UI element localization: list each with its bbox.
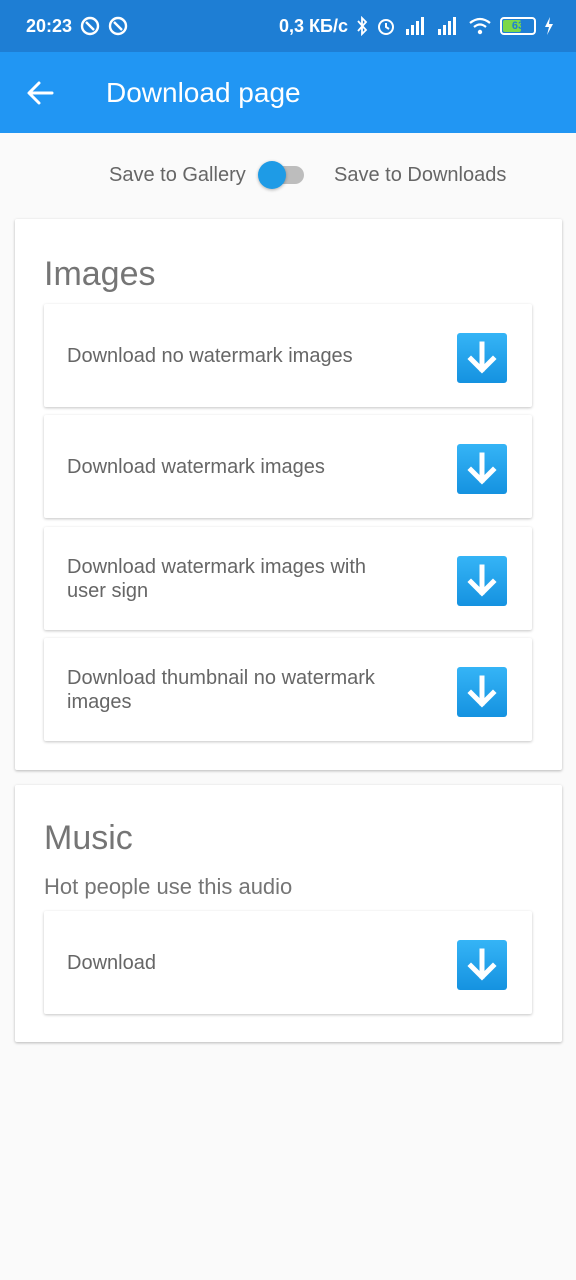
download-arrow-icon bbox=[467, 452, 497, 485]
signal-icon bbox=[436, 17, 460, 35]
download-arrow-icon bbox=[467, 341, 497, 374]
sync-icon bbox=[108, 16, 128, 36]
switch-thumb bbox=[258, 161, 286, 189]
status-bar: 20:23 0,3 КБ/с 63 bbox=[0, 0, 576, 52]
download-item-label: Download bbox=[67, 951, 156, 974]
back-button[interactable] bbox=[0, 52, 80, 133]
download-arrow-icon bbox=[467, 564, 497, 597]
download-arrow-icon bbox=[467, 948, 497, 981]
charging-icon bbox=[544, 17, 554, 35]
download-button[interactable] bbox=[457, 940, 507, 990]
download-item[interactable]: Download no watermark images bbox=[44, 304, 532, 407]
signal-icon bbox=[404, 17, 428, 35]
download-item-label: Download thumbnail no watermark images bbox=[67, 666, 375, 713]
music-section-title: Music bbox=[44, 819, 133, 857]
wifi-icon bbox=[468, 17, 492, 35]
download-item-label: Download no watermark images bbox=[67, 344, 353, 367]
sync-icon bbox=[80, 16, 100, 36]
alarm-icon bbox=[376, 16, 396, 36]
download-item[interactable]: Download watermark images with user sign bbox=[44, 527, 532, 630]
download-button[interactable] bbox=[457, 444, 507, 494]
arrow-back-icon bbox=[27, 81, 54, 104]
network-speed: 0,3 КБ/с bbox=[279, 15, 348, 36]
images-section-title: Images bbox=[44, 255, 156, 293]
save-location-switch[interactable] bbox=[258, 161, 306, 189]
download-item[interactable]: Download thumbnail no watermark images bbox=[44, 638, 532, 741]
download-item-label: Download watermark images with user sign bbox=[67, 555, 367, 602]
download-arrow-icon bbox=[467, 675, 497, 708]
download-item[interactable]: Download watermark images bbox=[44, 415, 532, 518]
battery-level: 63 bbox=[511, 20, 525, 32]
download-item[interactable]: Download bbox=[44, 911, 532, 1014]
images-card: Images Download no watermark images Down… bbox=[15, 219, 562, 770]
music-card: Music Hot people use this audio Download bbox=[15, 785, 562, 1042]
app-bar: Download page bbox=[0, 52, 576, 133]
save-to-gallery-label: Save to Gallery bbox=[109, 163, 246, 186]
download-item-label: Download watermark images bbox=[67, 455, 325, 478]
music-section-subtitle: Hot people use this audio bbox=[44, 874, 293, 899]
battery-icon: 63 bbox=[500, 17, 536, 35]
status-time: 20:23 bbox=[26, 15, 73, 36]
save-to-downloads-label: Save to Downloads bbox=[334, 163, 507, 186]
download-button[interactable] bbox=[457, 667, 507, 717]
download-button[interactable] bbox=[457, 333, 507, 383]
bluetooth-icon bbox=[356, 16, 368, 36]
download-button[interactable] bbox=[457, 556, 507, 606]
status-bar-right: 0,3 КБ/с 63 bbox=[279, 16, 554, 37]
save-location-toggle-row: Save to Gallery Save to Downloads bbox=[0, 150, 576, 200]
status-bar-left: 20:23 bbox=[26, 16, 128, 37]
page-title: Download page bbox=[106, 76, 301, 108]
